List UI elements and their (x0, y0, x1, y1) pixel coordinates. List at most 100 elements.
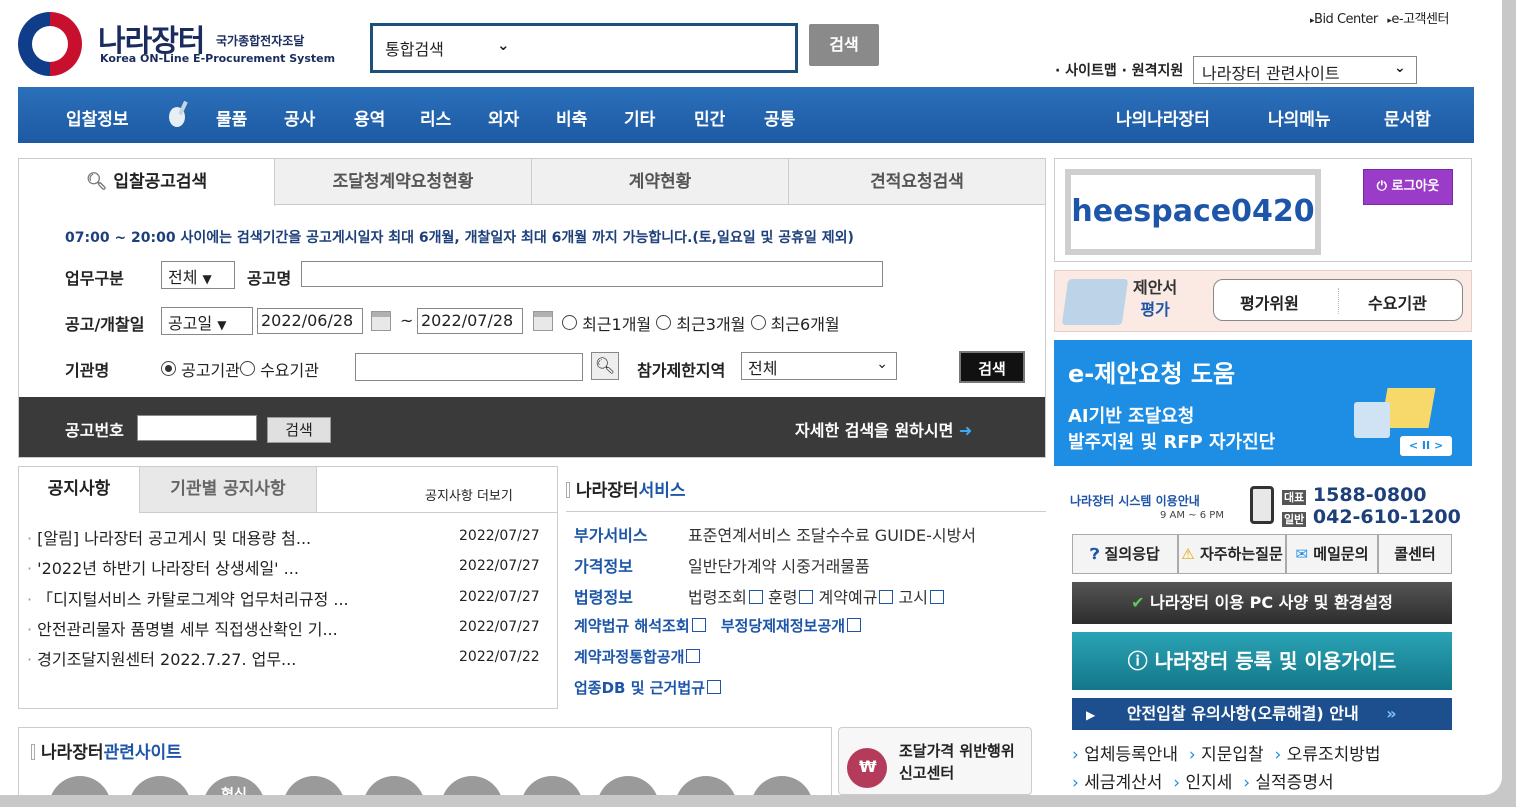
performance-cert-link[interactable]: 실적증명서 (1255, 773, 1333, 793)
org-name-input[interactable] (355, 353, 583, 381)
nav-construction[interactable]: 공사 (284, 105, 315, 130)
truck-icon[interactable] (751, 776, 813, 795)
tab-quote-request-search[interactable]: 견적요청검색 (789, 159, 1045, 205)
nav-foreign[interactable]: 외자 (488, 105, 519, 130)
company-registration-link[interactable]: 업체등록안내 (1084, 745, 1178, 765)
contract-process-link[interactable]: 계약과정통합공개 (574, 646, 701, 667)
mail-inquiry-button[interactable]: ✉ 메일문의 (1286, 534, 1378, 574)
next-icon[interactable]: > (1434, 439, 1443, 452)
notices-more-link[interactable]: 공지사항 더보기 (425, 485, 513, 504)
calendar-icon[interactable] (533, 311, 553, 331)
rep-phone-row: 대표 1588-0800 (1282, 484, 1427, 506)
sitemap-links[interactable]: · 사이트맵 · 원격지원 (1055, 60, 1183, 80)
region-select[interactable]: 전체 ⌄ (741, 352, 897, 380)
nav-lease[interactable]: 리스 (420, 105, 451, 130)
nav-private[interactable]: 민간 (694, 105, 725, 130)
notice-name-input[interactable] (301, 261, 883, 287)
bid-search-button[interactable]: 검색 (959, 351, 1025, 383)
header-search-button[interactable]: 검색 (809, 24, 879, 66)
nav-services[interactable]: 용역 (354, 105, 385, 130)
won-report-icon: ₩ (847, 748, 887, 788)
work-type-select[interactable]: 전체 ▼ (161, 261, 235, 289)
call-center-button[interactable]: 콜센터 (1378, 534, 1452, 574)
date-type-select[interactable]: 공고일 ▼ (161, 307, 253, 335)
radio-3month[interactable] (656, 315, 672, 330)
stamp-tax-link[interactable]: 인지세 (1185, 773, 1232, 793)
detail-search-link[interactable]: 자세한 검색을 원하시면 ➜ (795, 417, 972, 441)
banner-illustration (1344, 362, 1444, 442)
related-site-icon[interactable] (49, 776, 111, 795)
e-customer-center-link[interactable]: e-고객센터 (1391, 12, 1449, 27)
fingerprint-bid-link[interactable]: 지문입찰 (1201, 745, 1264, 765)
faq-button[interactable]: ⚠︎ 자주하는질문 (1178, 534, 1286, 574)
e-proposal-banner[interactable]: e-제안요청 도움 AI기반 조달요청 발주지원 및 RFP 자가진단 < II… (1054, 340, 1472, 466)
nav-goods[interactable]: 물품 (216, 105, 247, 130)
nav-common[interactable]: 공통 (764, 105, 795, 130)
government-logo-icon[interactable] (18, 12, 82, 76)
service-key[interactable]: 가격정보 (574, 553, 633, 577)
contract-rule-link[interactable]: 계약예규 (819, 588, 878, 607)
integrated-search-box[interactable]: 통합검색 ⌄ (370, 23, 798, 73)
tab-org-notices[interactable]: 기관별 공지사항 (139, 467, 317, 513)
logout-button[interactable]: ⏻ 로그아웃 (1363, 169, 1453, 205)
usage-guide-button[interactable]: ⓘ 나라장터 등록 및 이용가이드 (1072, 632, 1452, 690)
nav-documents[interactable]: 문서함 (1384, 105, 1431, 130)
magnifier-icon[interactable] (441, 776, 503, 795)
people-icon[interactable] (521, 776, 583, 795)
service-key[interactable]: 부가서비스 (574, 522, 648, 546)
nav-my-narajangteo[interactable]: 나의나라장터 (1116, 105, 1210, 130)
directive-link[interactable]: 훈령 (768, 588, 797, 607)
demand-org-button[interactable]: 수요기관 (1368, 290, 1427, 314)
bid-center-link[interactable]: Bid Center (1314, 12, 1378, 27)
search-scope-select[interactable]: 통합검색 (385, 36, 444, 60)
related-sites-select[interactable]: 나라장터 관련사이트 (1193, 56, 1417, 84)
laptop-magnifier-icon (1061, 279, 1129, 325)
nav-my-menu[interactable]: 나의메뉴 (1268, 105, 1331, 130)
nav-other[interactable]: 기타 (624, 105, 655, 130)
notice-law-link[interactable]: 고시 (899, 588, 928, 607)
service-value[interactable]: 일반단가계약 시중거래물품 (688, 553, 870, 577)
bid-number-search-button[interactable]: 검색 (267, 417, 331, 443)
document-icon[interactable] (363, 776, 425, 795)
guide-title: 나라장터 시스템 이용안내 (1070, 494, 1200, 508)
globe-icon[interactable] (675, 776, 737, 795)
qna-button[interactable]: ❓︎ 질의응답 (1072, 534, 1178, 574)
tab-contract-request-status[interactable]: 조달청계약요청현황 (275, 159, 532, 205)
contract-law-interpret-link[interactable]: 계약법규 해석조회 (574, 617, 690, 635)
gavel-icon (169, 100, 188, 127)
sanction-info-link[interactable]: 부정당제재정보공개 (721, 617, 845, 635)
chevron-down-icon: ▼ (202, 272, 212, 286)
date-from-input[interactable]: 2022/06/28 (257, 308, 363, 334)
error-fix-link[interactable]: 오류조치방법 (1287, 745, 1381, 765)
evaluator-button[interactable]: 평가위원 (1240, 290, 1299, 314)
nav-stockpile[interactable]: 비축 (556, 105, 587, 130)
tab-notices[interactable]: 공지사항 (19, 467, 139, 513)
bid-search-panel: 🔍︎ 입찰공고검색 조달청계약요청현황 계약현황 견적요청검색 07:00 ~ … (18, 158, 1046, 458)
radio-notice-org[interactable] (161, 361, 176, 376)
radio-demand-org[interactable] (239, 361, 255, 376)
calendar-icon[interactable] (371, 311, 391, 331)
radio-1month[interactable] (562, 315, 577, 330)
service-value[interactable]: 표준연계서비스 조달수수료 GUIDE-시방서 (688, 522, 976, 546)
shopping-cart-icon[interactable] (129, 776, 191, 795)
pause-icon[interactable]: II (1422, 439, 1430, 452)
price-violation-report[interactable]: ₩ 조달가격 위반행위 신고센터 (838, 727, 1032, 795)
prev-icon[interactable]: < (1409, 439, 1418, 452)
search-icon[interactable]: 🔍︎ (591, 352, 619, 380)
bid-number-input[interactable] (137, 415, 257, 441)
banner-pager-controls[interactable]: < II > (1400, 436, 1452, 456)
tab-contract-status[interactable]: 계약현황 (532, 159, 789, 205)
building-icon[interactable] (597, 776, 659, 795)
safe-bid-guide-button[interactable]: ▶ 안전입찰 유의사항(오류해결) 안내 » (1072, 698, 1452, 730)
tab-bid-notice-search[interactable]: 🔍︎ 입찰공고검색 (19, 159, 275, 206)
tax-invoice-link[interactable]: 세금계산서 (1084, 773, 1162, 793)
law-search-link[interactable]: 법령조회 (688, 588, 747, 607)
industry-db-link[interactable]: 업종DB 및 근거법규 (574, 677, 721, 698)
date-to-input[interactable]: 2022/07/28 (417, 308, 523, 334)
nav-bid-info[interactable]: 입찰정보 (66, 105, 129, 130)
leaf-icon[interactable] (283, 776, 345, 795)
innovation-icon[interactable]: 혁신 (203, 776, 265, 795)
law-key[interactable]: 법령정보 (574, 584, 633, 608)
radio-6month[interactable] (750, 315, 766, 330)
pc-spec-button[interactable]: ✔ 나라장터 이용 PC 사양 및 환경설정 (1072, 582, 1452, 624)
